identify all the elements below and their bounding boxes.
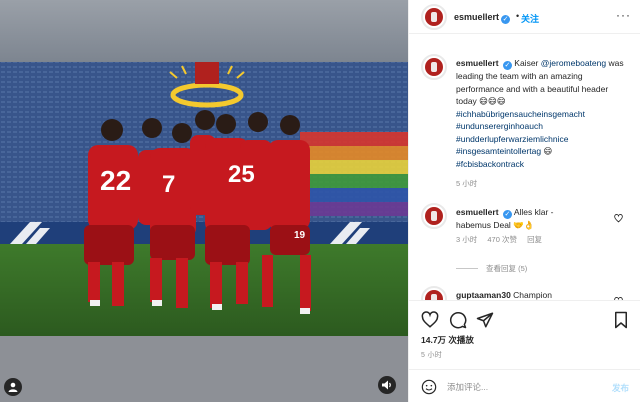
caption-username[interactable]: esmuellert	[456, 58, 499, 68]
post-header: esmuellert ✓ • 关注 ···	[409, 0, 640, 34]
commenter-username[interactable]: guptaaman30	[456, 290, 511, 300]
hashtag-link[interactable]: #undderlupferwarziemlichnice	[456, 134, 568, 144]
comment-bubble-icon[interactable]	[449, 311, 467, 334]
post-timestamp[interactable]: 5 小时	[421, 350, 442, 360]
author-username[interactable]: esmuellert ✓	[454, 12, 511, 24]
follow-button[interactable]: 关注	[521, 12, 539, 25]
post-media[interactable]: 22 7 25 19	[0, 0, 408, 402]
hashtag-link[interactable]: #undunsererginhoauch	[456, 121, 543, 131]
comment-meta: 3 小时 470 次赞 回复	[456, 234, 550, 245]
comment-timestamp: 3 小时	[456, 235, 478, 244]
svg-text:25: 25	[228, 161, 255, 188]
comment-like-count[interactable]: 470 次赞	[487, 235, 517, 244]
commenter-avatar[interactable]	[421, 203, 447, 229]
caption-avatar[interactable]	[421, 54, 447, 80]
hashtag-link[interactable]: #ichhabübrigensaucheinsgemacht	[456, 109, 585, 119]
hashtag-link[interactable]: #insgesamteintollertag	[456, 146, 541, 156]
comment-body: Champion	[513, 290, 552, 300]
svg-text:22: 22	[100, 165, 131, 196]
caption-text: esmuellert ✓ Kaiser @jeromeboateng was l…	[456, 57, 631, 170]
comment-input[interactable]	[447, 379, 587, 395]
caption-lead: Kaiser	[514, 58, 541, 68]
verified-badge-icon: ✓	[502, 210, 512, 219]
svg-text:7: 7	[162, 171, 175, 198]
post-photo: 22 7 25 19	[0, 0, 408, 402]
bookmark-icon[interactable]	[613, 311, 629, 334]
post-sidebar: esmuellert ✓ • 关注 ··· esmuellert ✓ Kaiser…	[408, 0, 640, 402]
hashtag-link[interactable]: #fcbisbackontrack	[456, 159, 524, 169]
smile-icon[interactable]	[421, 379, 437, 400]
tagged-user-icon[interactable]	[4, 378, 22, 396]
post-actions: 14.7万 次播放 5 小时 发布	[409, 300, 640, 402]
caption-timestamp: 5 小时	[456, 179, 478, 188]
share-paper-plane-icon[interactable]	[476, 311, 494, 334]
svg-text:19: 19	[294, 230, 306, 241]
hashtag-emoji: 😄	[543, 146, 553, 156]
comment-text: esmuellert ✓ Alles klar - habemus Deal 🤝…	[456, 206, 576, 232]
more-horizontal-icon[interactable]: ···	[616, 8, 631, 22]
post-comment-button[interactable]: 发布	[612, 382, 629, 394]
author-avatar[interactable]	[421, 4, 447, 30]
comment-heart-icon[interactable]	[614, 210, 623, 228]
verified-badge-icon: ✓	[502, 61, 512, 70]
reply-button[interactable]: 回复	[527, 235, 542, 244]
mention-link[interactable]: @jeromeboateng	[541, 58, 606, 68]
separator-dot: •	[516, 11, 520, 21]
verified-badge-icon: ✓	[501, 15, 511, 24]
add-comment-bar: 发布	[409, 369, 640, 402]
view-count[interactable]: 14.7万 次播放	[421, 334, 474, 346]
sound-toggle-icon[interactable]	[378, 376, 396, 394]
view-replies-button[interactable]: 查看回复 (5)	[456, 263, 527, 274]
commenter-username[interactable]: esmuellert	[456, 207, 499, 217]
like-heart-icon[interactable]	[421, 311, 439, 334]
